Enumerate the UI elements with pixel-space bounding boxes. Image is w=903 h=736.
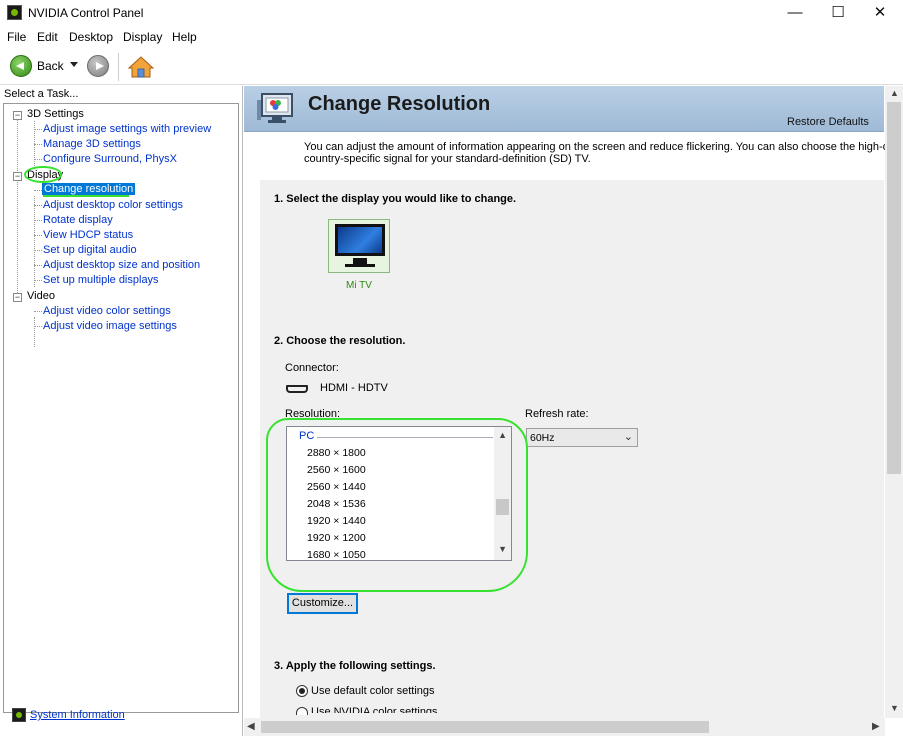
home-icon[interactable]: [128, 56, 154, 78]
tree-line: [34, 265, 42, 266]
page-header: Change Resolution Restore Defaults: [244, 86, 884, 132]
scroll-thumb[interactable]: [261, 721, 709, 733]
back-arrow-icon[interactable]: [10, 55, 32, 77]
tree-line: [34, 129, 42, 130]
annotation-underline: [43, 195, 129, 197]
tree-line: [34, 311, 42, 312]
tree-item-adjust-image-settings[interactable]: Adjust image settings with preview: [43, 123, 211, 135]
title-bar: NVIDIA Control Panel — ☐ ✕: [0, 0, 903, 26]
tree-item-setup-multiple-displays[interactable]: Set up multiple displays: [43, 274, 159, 286]
toolbar: Back: [0, 47, 903, 85]
page-description-line2: country-specific signal for your standar…: [304, 153, 591, 165]
tree-line: [34, 250, 42, 251]
menu-help[interactable]: Help: [172, 30, 197, 44]
radio-nvidia-color[interactable]: [296, 707, 308, 715]
refresh-rate-value: 60Hz: [530, 432, 555, 444]
tree-item-view-hdcp-status[interactable]: View HDCP status: [43, 229, 133, 241]
task-panel: Select a Task... − 3D Settings Adjust im…: [0, 86, 243, 736]
tv-display-icon: [335, 224, 385, 256]
tree-item-adjust-desktop-size[interactable]: Adjust desktop size and position: [43, 259, 200, 271]
content-horizontal-scrollbar[interactable]: ◀ ▶: [244, 718, 885, 736]
content-panel: Change Resolution Restore Defaults You c…: [244, 86, 903, 736]
tree-line: [34, 280, 42, 281]
tree-item-change-resolution[interactable]: Change resolution: [42, 183, 136, 195]
tree-line: [34, 205, 42, 206]
tree-item-rotate-display[interactable]: Rotate display: [43, 214, 113, 226]
nvidia-control-panel-window: NVIDIA Control Panel — ☐ ✕ File Edit Des…: [0, 0, 903, 736]
menu-bar: File Edit Desktop Display Help: [0, 27, 903, 46]
menu-desktop[interactable]: Desktop: [69, 30, 113, 44]
tv-base: [345, 264, 375, 267]
maximize-button[interactable]: ☐: [815, 0, 861, 26]
system-info-icon: [12, 708, 26, 722]
back-history-dropdown-icon[interactable]: [70, 62, 78, 67]
content-vertical-scrollbar[interactable]: ▲ ▼: [885, 86, 903, 718]
refresh-rate-label: Refresh rate:: [525, 408, 589, 420]
system-information-label[interactable]: System Information: [30, 709, 125, 721]
tree-item-adjust-video-image[interactable]: Adjust video image settings: [43, 320, 177, 332]
tree-line: [34, 144, 42, 145]
tree-line: [34, 196, 35, 287]
scroll-up-icon[interactable]: ▲: [890, 88, 899, 98]
connector-value: HDMI - HDTV: [320, 382, 388, 394]
collapse-video-icon[interactable]: −: [13, 293, 22, 302]
page-description: You can adjust the amount of information…: [304, 141, 894, 165]
scroll-right-icon[interactable]: ▶: [872, 721, 880, 732]
collapse-3d-settings-icon[interactable]: −: [13, 111, 22, 120]
window-title: NVIDIA Control Panel: [28, 6, 144, 20]
tree-item-adjust-desktop-color[interactable]: Adjust desktop color settings: [43, 199, 183, 211]
tree-line: [34, 220, 42, 221]
display-settings-icon: [257, 93, 293, 123]
tree-line: [17, 117, 18, 299]
tree-line: [34, 190, 42, 191]
menu-edit[interactable]: Edit: [37, 30, 58, 44]
hdmi-connector-icon: [286, 385, 308, 393]
display-mi-tv[interactable]: [328, 219, 390, 273]
tree-item-setup-digital-audio[interactable]: Set up digital audio: [43, 244, 137, 256]
section-select-display: 1. Select the display you would like to …: [274, 193, 517, 205]
tree-item-adjust-video-color[interactable]: Adjust video color settings: [43, 305, 171, 317]
display-name-label: Mi TV: [346, 280, 372, 291]
radio-default-color[interactable]: [296, 685, 308, 697]
connector-label: Connector:: [285, 362, 339, 374]
scroll-thumb[interactable]: [887, 102, 901, 474]
tree-line: [34, 159, 42, 160]
close-button[interactable]: ✕: [857, 0, 903, 26]
refresh-rate-select[interactable]: 60Hz ⌄: [526, 428, 638, 447]
restore-defaults-link[interactable]: Restore Defaults: [787, 116, 869, 128]
minimize-button[interactable]: —: [772, 0, 818, 26]
toolbar-separator: [118, 53, 119, 81]
tree-item-manage-3d-settings[interactable]: Manage 3D settings: [43, 138, 141, 150]
tree-video[interactable]: Video: [27, 290, 55, 302]
scroll-down-icon[interactable]: ▼: [890, 703, 899, 713]
section-choose-resolution: 2. Choose the resolution.: [274, 335, 406, 347]
page-title: Change Resolution: [308, 93, 491, 115]
menu-display[interactable]: Display: [123, 30, 162, 44]
customize-button[interactable]: Customize...: [287, 593, 358, 614]
radio-default-color-label: Use default color settings: [311, 685, 435, 697]
page-description-line1: You can adjust the amount of information…: [304, 141, 894, 153]
collapse-display-icon[interactable]: −: [13, 172, 22, 181]
select-task-label: Select a Task...: [4, 88, 79, 100]
forward-arrow-icon[interactable]: [87, 55, 109, 77]
scroll-left-icon[interactable]: ◀: [247, 721, 255, 732]
annotation-outline: [266, 418, 528, 592]
task-tree: − 3D Settings Adjust image settings with…: [3, 103, 239, 713]
annotation-circle: [24, 166, 62, 183]
tree-line: [34, 326, 42, 327]
tree-line: [34, 317, 35, 347]
section-apply-settings: 3. Apply the following settings.: [274, 660, 436, 672]
back-button[interactable]: Back: [37, 59, 64, 73]
menu-file[interactable]: File: [7, 30, 26, 44]
nvidia-logo-icon: [7, 5, 22, 20]
tree-item-configure-surround[interactable]: Configure Surround, PhysX: [43, 153, 177, 165]
tree-line: [34, 235, 42, 236]
chevron-down-icon: ⌄: [623, 431, 633, 443]
tree-3d-settings[interactable]: 3D Settings: [27, 108, 84, 120]
radio-nvidia-color-label: Use NVIDIA color settings: [311, 706, 438, 713]
